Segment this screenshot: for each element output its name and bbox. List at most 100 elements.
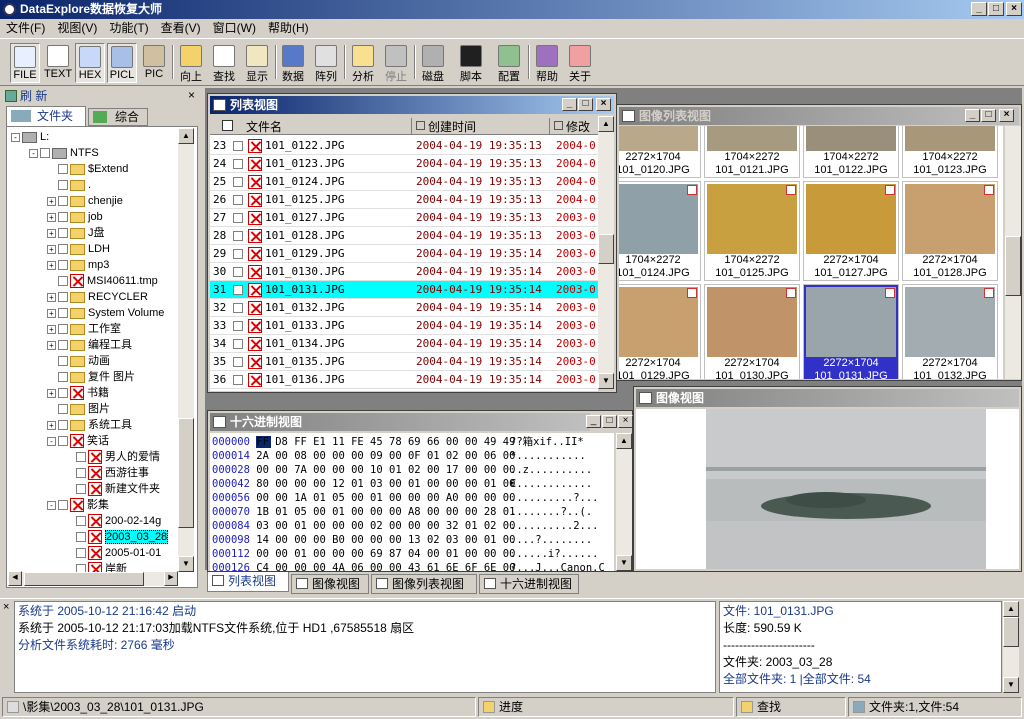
- table-row[interactable]: 32 101_0132.JPG 2004-04-19 19:35:14 2003-0: [210, 299, 598, 317]
- scroll-down-icon[interactable]: ▼: [616, 555, 632, 571]
- tree-checkbox[interactable]: [58, 164, 68, 175]
- list-view-minimize[interactable]: _: [562, 98, 577, 111]
- menu-item-3[interactable]: 查看(V): [155, 19, 207, 38]
- tree-item[interactable]: - 影集: [47, 497, 109, 513]
- file-view-button[interactable]: FILE: [10, 43, 40, 83]
- find-button[interactable]: 查找: [209, 43, 239, 83]
- about-button[interactable]: 关于: [565, 43, 595, 83]
- tree-item[interactable]: + LDH: [47, 241, 110, 257]
- config-button[interactable]: 配置: [494, 43, 524, 83]
- hex-row[interactable]: 000084 03 00 01 00 00 00 02 00 00 00 32 …: [212, 519, 612, 533]
- expand-icon[interactable]: +: [47, 212, 56, 222]
- scroll-down-icon[interactable]: ▼: [598, 373, 614, 389]
- scroll-up-icon[interactable]: ▲: [1003, 601, 1019, 617]
- tree-item[interactable]: + 系统工具: [47, 417, 132, 433]
- table-row[interactable]: 33 101_0133.JPG 2004-04-19 19:35:14 2003-0: [210, 317, 598, 335]
- tab-hex-view[interactable]: 十六进制视图: [479, 574, 579, 594]
- expand-icon[interactable]: [65, 485, 74, 494]
- tree-checkbox[interactable]: [58, 196, 68, 207]
- expand-icon[interactable]: -: [47, 436, 56, 446]
- row-checkbox[interactable]: [233, 321, 243, 331]
- scroll-up-icon[interactable]: ▲: [616, 433, 632, 449]
- expand-icon[interactable]: +: [47, 420, 56, 430]
- hex-row[interactable]: 000028 00 00 7A 00 00 00 10 01 02 00 17 …: [212, 463, 612, 477]
- tab-all[interactable]: 综合: [88, 108, 148, 126]
- hex-row[interactable]: 000070 1B 01 05 00 01 00 00 00 A8 00 00 …: [212, 505, 612, 519]
- expand-icon[interactable]: [65, 517, 74, 526]
- expand-icon[interactable]: [47, 357, 56, 366]
- tree-checkbox[interactable]: [58, 228, 68, 239]
- select-all-checkbox[interactable]: [222, 120, 233, 131]
- thumbnail[interactable]: 1704×2272 101_0125.JPG: [704, 181, 800, 281]
- thumbnail[interactable]: 2272×1704 101_0120.JPG: [619, 126, 701, 178]
- row-checkbox[interactable]: [233, 159, 243, 169]
- thumbnail[interactable]: 2272×1704 101_0131.JPG: [803, 284, 899, 379]
- thumbnail[interactable]: 1704×2272 101_0123.JPG: [902, 126, 998, 178]
- hex-row[interactable]: 000014 2A 00 08 00 00 00 09 00 0F 01 02 …: [212, 449, 612, 463]
- hex-row[interactable]: 000056 00 00 1A 01 05 00 01 00 00 00 A0 …: [212, 491, 612, 505]
- tree-item[interactable]: 2005-01-01: [65, 545, 161, 561]
- tree-checkbox[interactable]: [58, 260, 68, 271]
- list-scrollbar[interactable]: ▲ ▼: [598, 116, 614, 389]
- expand-icon[interactable]: [65, 469, 74, 478]
- thumbnail[interactable]: 1704×2272 101_0121.JPG: [704, 126, 800, 178]
- tree-checkbox[interactable]: [58, 420, 68, 431]
- expand-icon[interactable]: +: [47, 260, 56, 270]
- tree-item[interactable]: + 书籍: [47, 385, 109, 401]
- tree-checkbox[interactable]: [58, 404, 68, 415]
- expand-icon[interactable]: [65, 453, 74, 462]
- tree-checkbox[interactable]: [58, 372, 68, 383]
- row-checkbox[interactable]: [233, 285, 243, 295]
- expand-icon[interactable]: [47, 165, 56, 174]
- menu-item-5[interactable]: 帮助(H): [262, 19, 315, 38]
- tree-item[interactable]: 动画: [47, 353, 110, 369]
- column-header-created[interactable]: 创建时间: [428, 118, 550, 135]
- tree-checkbox[interactable]: [58, 340, 68, 351]
- hex-view-maximize[interactable]: □: [602, 415, 617, 428]
- row-checkbox[interactable]: [233, 213, 243, 223]
- tree-item[interactable]: 新建文件夹: [65, 481, 160, 497]
- expand-icon[interactable]: [47, 181, 56, 190]
- tree-checkbox[interactable]: [76, 468, 86, 479]
- table-row[interactable]: 25 101_0124.JPG 2004-04-19 19:35:13 2004-0: [210, 173, 598, 191]
- hex-row[interactable]: 000112 00 00 01 00 00 00 69 87 04 00 01 …: [212, 547, 612, 561]
- list-view-maximize[interactable]: □: [578, 98, 593, 111]
- tree-checkbox[interactable]: [76, 548, 86, 559]
- hex-row[interactable]: 000000 FF D8 FF E1 11 FE 45 78 69 66 00 …: [212, 435, 612, 449]
- tab-list-view[interactable]: 列表视图: [207, 572, 289, 592]
- row-checkbox[interactable]: [233, 267, 243, 277]
- tree-item[interactable]: 西游往事: [65, 465, 149, 481]
- left-pane-close-icon[interactable]: ×: [188, 88, 195, 102]
- table-row[interactable]: 35 101_0135.JPG 2004-04-19 19:35:14 2003-0: [210, 353, 598, 371]
- tree-item[interactable]: MSI40611.tmp: [47, 273, 158, 289]
- hex-row[interactable]: 000042 80 00 00 00 12 01 03 00 01 00 00 …: [212, 477, 612, 491]
- row-checkbox[interactable]: [233, 339, 243, 349]
- tree-item[interactable]: - NTFS: [29, 145, 99, 161]
- row-checkbox[interactable]: [233, 141, 243, 151]
- up-button[interactable]: 向上: [176, 43, 206, 83]
- disk-button[interactable]: 磁盘: [418, 43, 448, 83]
- image-list-maximize[interactable]: □: [981, 109, 996, 122]
- tree-item[interactable]: + RECYCLER: [47, 289, 148, 305]
- column-header-name[interactable]: 文件名: [246, 118, 412, 135]
- row-checkbox[interactable]: [233, 357, 243, 367]
- row-checkbox[interactable]: [233, 177, 243, 187]
- text-view-button[interactable]: TEXT: [43, 43, 73, 83]
- stop-button[interactable]: 停止: [381, 43, 411, 83]
- column-header-modified[interactable]: 修改: [566, 118, 590, 135]
- tree-checkbox[interactable]: [76, 452, 86, 463]
- tree-item[interactable]: 图片: [47, 401, 110, 417]
- scroll-left-icon[interactable]: ◀: [8, 571, 22, 586]
- expand-icon[interactable]: +: [47, 292, 56, 302]
- table-row[interactable]: 23 101_0122.JPG 2004-04-19 19:35:13 2004-0: [210, 137, 598, 155]
- hex-scrollbar[interactable]: ▲ ▼: [616, 433, 632, 571]
- tree-item[interactable]: + mp3: [47, 257, 109, 273]
- table-row[interactable]: 24 101_0123.JPG 2004-04-19 19:35:13 2004-0: [210, 155, 598, 173]
- expand-icon[interactable]: +: [47, 388, 56, 398]
- close-button[interactable]: ×: [1006, 2, 1022, 16]
- tab-folder[interactable]: 文件夹: [6, 106, 86, 126]
- tree-item[interactable]: + System Volume: [47, 305, 164, 321]
- row-checkbox[interactable]: [233, 231, 243, 241]
- table-row[interactable]: 34 101_0134.JPG 2004-04-19 19:35:14 2003-0: [210, 335, 598, 353]
- tree-checkbox[interactable]: [58, 436, 68, 447]
